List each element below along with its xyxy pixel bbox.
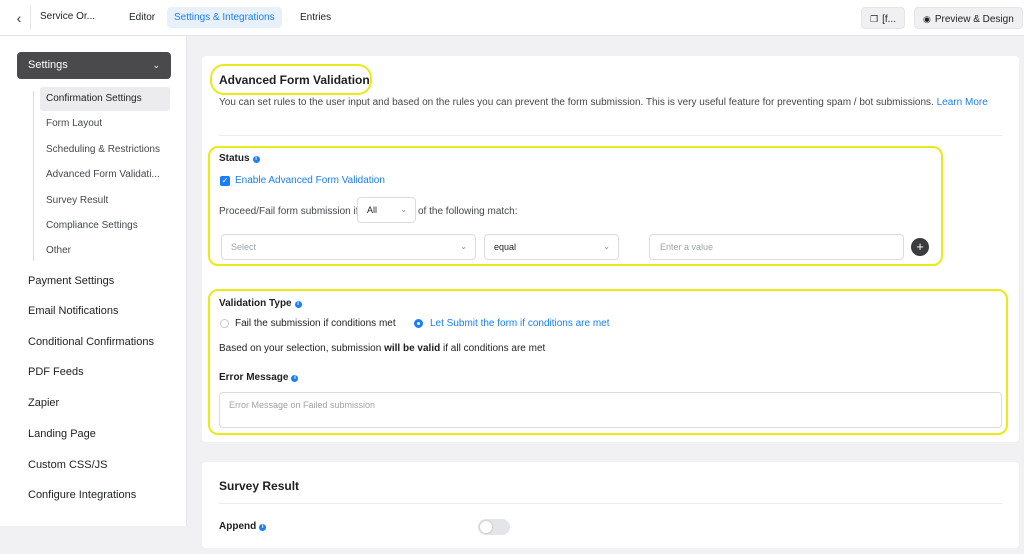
section-description: You can set rules to the user input and … — [219, 95, 989, 111]
let-submit-radio[interactable] — [414, 319, 423, 328]
shortcode-button[interactable]: ❐ [f... — [861, 7, 905, 29]
divider — [30, 6, 31, 30]
advanced-validation-card: Advanced Form Validation You can set rul… — [202, 56, 1019, 442]
toggle-knob — [480, 521, 492, 533]
fail-submission-label[interactable]: Fail the submission if conditions met — [235, 318, 396, 329]
error-message-textarea[interactable]: Error Message on Failed submission — [219, 392, 1002, 428]
match-type-value: All — [367, 205, 378, 215]
survey-result-card: Survey Result Append i — [202, 462, 1019, 548]
learn-more-link[interactable]: Learn More — [937, 97, 988, 108]
survey-title: Survey Result — [219, 479, 300, 493]
tab-entries[interactable]: Entries — [293, 7, 338, 28]
sidebar-item-other[interactable]: Other — [40, 239, 170, 263]
settings-label: Settings — [28, 59, 68, 71]
submenu-guide-line — [33, 91, 34, 261]
operator-select[interactable]: equal ⌄ — [484, 234, 619, 260]
field-select-placeholder: Select — [231, 242, 257, 252]
sidebar-item-conditional-confirmations[interactable]: Conditional Confirmations — [28, 336, 154, 348]
shortcode-label: [f... — [882, 14, 896, 25]
chevron-down-icon: ⌄ — [603, 242, 610, 251]
info-icon: i — [252, 156, 260, 163]
form-title[interactable]: Service Or... — [40, 11, 95, 22]
enable-validation-checkbox[interactable]: ✓ — [220, 176, 230, 186]
proceed-prefix-text: Proceed/Fail form submission if — [219, 206, 359, 217]
sidebar: Settings ⌄ Confirmation Settings Form La… — [0, 36, 187, 526]
eye-icon: ◉ — [923, 14, 931, 24]
description-text: You can set rules to the user input and … — [219, 97, 934, 108]
chevron-down-icon: ⌄ — [460, 242, 467, 251]
info-icon: i — [291, 375, 299, 382]
sidebar-item-email-notifications[interactable]: Email Notifications — [28, 305, 118, 317]
sidebar-item-compliance-settings[interactable]: Compliance Settings — [40, 214, 170, 238]
info-icon: i — [294, 301, 302, 308]
sidebar-item-form-layout[interactable]: Form Layout — [40, 112, 170, 136]
condition-value-input[interactable]: Enter a value — [649, 234, 904, 260]
validation-result-text: Based on your selection, submission will… — [219, 343, 546, 354]
let-submit-label[interactable]: Let Submit the form if conditions are me… — [430, 318, 610, 329]
sidebar-item-survey-result[interactable]: Survey Result — [40, 189, 170, 213]
top-bar: ‹ Service Or... Editor Settings & Integr… — [0, 0, 1024, 36]
sidebar-item-confirmation-settings[interactable]: Confirmation Settings — [40, 87, 170, 111]
info-icon: i — [259, 524, 267, 531]
sidebar-item-advanced-form-validation[interactable]: Advanced Form Validati... — [40, 163, 170, 187]
tab-editor[interactable]: Editor — [122, 7, 162, 28]
divider — [219, 503, 1002, 504]
sidebar-item-payment-settings[interactable]: Payment Settings — [28, 275, 114, 287]
fail-submission-radio[interactable] — [220, 319, 229, 328]
sidebar-settings-toggle[interactable]: Settings ⌄ — [17, 52, 171, 79]
enable-validation-label[interactable]: Enable Advanced Form Validation — [235, 175, 385, 186]
preview-design-button[interactable]: ◉ Preview & Design — [914, 7, 1023, 29]
validation-type-label: Validation Type i — [219, 298, 302, 309]
proceed-suffix-text: of the following match: — [418, 206, 518, 217]
append-label: Append i — [219, 521, 267, 532]
preview-label: Preview & Design — [934, 14, 1014, 25]
chevron-left-icon[interactable]: ‹ — [10, 9, 28, 27]
status-label: Status i — [219, 153, 260, 164]
add-condition-icon[interactable]: + — [911, 238, 929, 256]
append-toggle[interactable] — [478, 519, 510, 535]
sidebar-item-pdf-feeds[interactable]: PDF Feeds — [28, 366, 84, 378]
sidebar-item-custom-css-js[interactable]: Custom CSS/JS — [28, 459, 107, 471]
sidebar-item-configure-integrations[interactable]: Configure Integrations — [28, 489, 136, 501]
operator-value: equal — [494, 242, 517, 252]
chevron-down-icon: ⌄ — [152, 60, 160, 70]
sidebar-item-scheduling-restrictions[interactable]: Scheduling & Restrictions — [40, 138, 170, 162]
sidebar-item-zapier[interactable]: Zapier — [28, 397, 59, 409]
section-title: Advanced Form Validation — [219, 73, 370, 87]
divider — [219, 135, 1002, 136]
tab-settings-integrations[interactable]: Settings & Integrations — [167, 7, 282, 28]
chevron-down-icon: ⌄ — [400, 205, 407, 214]
error-message-label: Error Message i — [219, 372, 299, 383]
sidebar-item-landing-page[interactable]: Landing Page — [28, 428, 96, 440]
match-type-select[interactable]: All ⌄ — [357, 197, 416, 223]
field-select[interactable]: Select ⌄ — [221, 234, 476, 260]
copy-icon: ❐ — [870, 14, 879, 24]
